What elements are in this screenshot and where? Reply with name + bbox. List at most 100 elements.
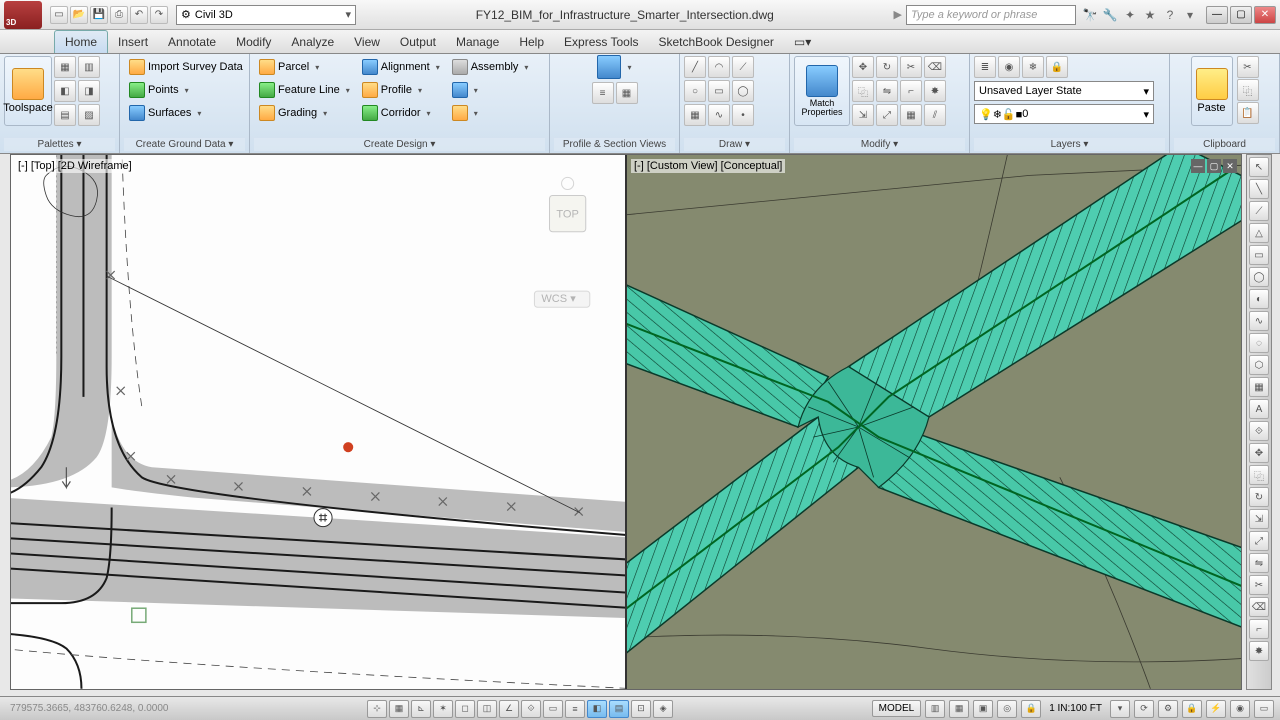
- dyn-icon[interactable]: ▭: [543, 700, 563, 718]
- stretch-icon[interactable]: ⇲: [852, 104, 874, 126]
- isolate-icon[interactable]: ◉: [1230, 700, 1250, 718]
- tool-icon[interactable]: ↻: [1249, 487, 1269, 507]
- tab-analyze[interactable]: Analyze: [281, 31, 344, 53]
- viewport-label[interactable]: [-] [Top] [2D Wireframe]: [15, 159, 135, 173]
- workspace-selector[interactable]: Civil 3D: [176, 5, 356, 25]
- tab-help[interactable]: Help: [509, 31, 554, 53]
- layer-lock-icon[interactable]: 🔒: [1046, 56, 1068, 78]
- layer-prop-icon[interactable]: ≣: [974, 56, 996, 78]
- palette-icon[interactable]: ▥: [78, 56, 100, 78]
- layer-current-combo[interactable]: 💡❄🔓■ 0▾: [974, 104, 1154, 124]
- dropdown-icon[interactable]: ▾: [1182, 7, 1198, 23]
- array-icon[interactable]: ▦: [900, 104, 922, 126]
- otrack-icon[interactable]: ∠: [499, 700, 519, 718]
- open-icon[interactable]: 📂: [70, 6, 88, 24]
- tab-home[interactable]: Home: [54, 30, 108, 53]
- tool-icon[interactable]: A: [1249, 399, 1269, 419]
- paste-button[interactable]: Paste: [1191, 56, 1233, 126]
- tool-icon[interactable]: ✂: [1249, 575, 1269, 595]
- grading-button[interactable]: Grading: [254, 102, 355, 124]
- surfaces-button[interactable]: Surfaces: [124, 102, 248, 124]
- copy-clip-icon[interactable]: ⿻: [1237, 79, 1259, 101]
- qp-icon[interactable]: ▤: [609, 700, 629, 718]
- tool-icon[interactable]: ◐: [1249, 289, 1269, 309]
- toolbar-lock-icon[interactable]: 🔒: [1182, 700, 1202, 718]
- undo-icon[interactable]: ↶: [130, 6, 148, 24]
- palette-icon[interactable]: ▤: [54, 104, 76, 126]
- profile-button[interactable]: Profile: [357, 79, 445, 101]
- tool-icon[interactable]: ⌫: [1249, 597, 1269, 617]
- erase-icon[interactable]: ⌫: [924, 56, 946, 78]
- osnap-icon[interactable]: ◻: [455, 700, 475, 718]
- lwt-icon[interactable]: ≡: [565, 700, 585, 718]
- close-button[interactable]: ✕: [1254, 6, 1276, 24]
- layer-state-combo[interactable]: Unsaved Layer State▾: [974, 81, 1154, 101]
- tab-view[interactable]: View: [344, 31, 390, 53]
- section-view-icon[interactable]: ▦: [616, 82, 638, 104]
- alignment-button[interactable]: Alignment: [357, 56, 445, 78]
- scale-icon[interactable]: ⤢: [876, 104, 898, 126]
- polar-icon[interactable]: ✶: [433, 700, 453, 718]
- corridor-button[interactable]: Corridor: [357, 102, 445, 124]
- tool-icon[interactable]: ✸: [1249, 641, 1269, 661]
- tool-icon[interactable]: ▭: [1249, 245, 1269, 265]
- move-icon[interactable]: ✥: [852, 56, 874, 78]
- tool-icon[interactable]: ⟋: [1249, 201, 1269, 221]
- clean-screen-icon[interactable]: ▭: [1254, 700, 1274, 718]
- trim-icon[interactable]: ✂: [900, 56, 922, 78]
- paste-special-icon[interactable]: 📋: [1237, 102, 1259, 124]
- hardware-accel-icon[interactable]: ⚡: [1206, 700, 1226, 718]
- viewport-label[interactable]: [-] [Custom View] [Conceptual]: [631, 159, 785, 173]
- tool-icon[interactable]: ⟐: [1249, 421, 1269, 441]
- tab-sketchbook[interactable]: SketchBook Designer: [649, 31, 784, 53]
- minimize-button[interactable]: —: [1206, 6, 1228, 24]
- layer-freeze-icon[interactable]: ❄: [1022, 56, 1044, 78]
- anno-vis-icon[interactable]: ▾: [1110, 700, 1130, 718]
- tab-output[interactable]: Output: [390, 31, 446, 53]
- annotation-scale[interactable]: 1 IN:100 FT: [1045, 703, 1106, 714]
- tool-icon[interactable]: ✥: [1249, 443, 1269, 463]
- toolspace-button[interactable]: Toolspace: [4, 56, 52, 126]
- tool-icon[interactable]: ↖: [1249, 157, 1269, 177]
- tool-icon[interactable]: ▦: [1249, 377, 1269, 397]
- vp-close-icon[interactable]: ✕: [1223, 159, 1237, 173]
- vp-maximize-icon[interactable]: ▢: [1207, 159, 1221, 173]
- points-button[interactable]: Points: [124, 79, 248, 101]
- nav-icon[interactable]: ◎: [997, 700, 1017, 718]
- tab-manage[interactable]: Manage: [446, 31, 509, 53]
- 3dosnap-icon[interactable]: ◫: [477, 700, 497, 718]
- mirror-icon[interactable]: ⇋: [876, 80, 898, 102]
- tool-icon[interactable]: ⇋: [1249, 553, 1269, 573]
- snap-icon[interactable]: ⊹: [367, 700, 387, 718]
- tool-icon[interactable]: ╲: [1249, 179, 1269, 199]
- workspace-switch-icon[interactable]: ⚙: [1158, 700, 1178, 718]
- circle-icon[interactable]: ○: [684, 80, 706, 102]
- palette-icon[interactable]: ◨: [78, 80, 100, 102]
- ortho-icon[interactable]: ⊾: [411, 700, 431, 718]
- hatch-icon[interactable]: ▦: [684, 104, 706, 126]
- point-icon[interactable]: •: [732, 104, 754, 126]
- quickview-icon[interactable]: ▦: [949, 700, 969, 718]
- layout-icon[interactable]: ▥: [925, 700, 945, 718]
- explode-icon[interactable]: ✸: [924, 80, 946, 102]
- app-icon[interactable]: 3D: [4, 1, 42, 29]
- tab-more-icon[interactable]: ▭▾: [784, 31, 821, 53]
- maximize-vp-icon[interactable]: ▣: [973, 700, 993, 718]
- tab-insert[interactable]: Insert: [108, 31, 158, 53]
- sc-icon[interactable]: ⊡: [631, 700, 651, 718]
- redo-icon[interactable]: ↷: [150, 6, 168, 24]
- layer-off-icon[interactable]: ◉: [998, 56, 1020, 78]
- save-icon[interactable]: 💾: [90, 6, 108, 24]
- key-icon[interactable]: 🔧: [1102, 7, 1118, 23]
- tool-icon[interactable]: ⬡: [1249, 355, 1269, 375]
- intersection-button[interactable]: [447, 102, 534, 124]
- binoculars-icon[interactable]: 🔭: [1082, 7, 1098, 23]
- rect-icon[interactable]: ▭: [708, 80, 730, 102]
- ellipse-icon[interactable]: ◯: [732, 80, 754, 102]
- tool-icon[interactable]: ∿: [1249, 311, 1269, 331]
- feature-line-button[interactable]: Feature Line: [254, 79, 355, 101]
- anno-auto-icon[interactable]: ⟳: [1134, 700, 1154, 718]
- scale-lock-icon[interactable]: 🔒: [1021, 700, 1041, 718]
- grid-icon[interactable]: ▦: [389, 700, 409, 718]
- am-icon[interactable]: ◈: [653, 700, 673, 718]
